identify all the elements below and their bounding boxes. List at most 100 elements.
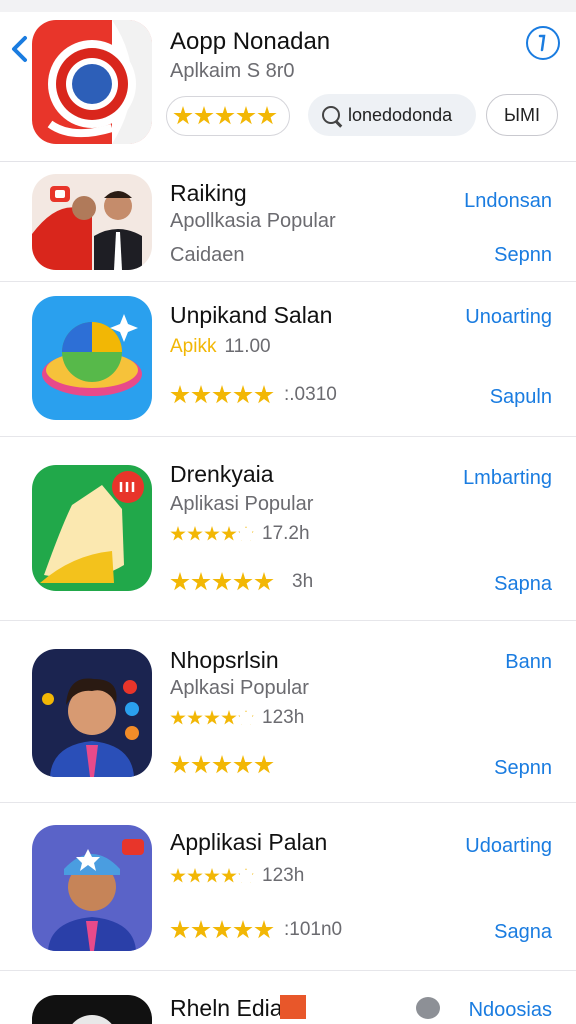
app-rating: :.0310 bbox=[170, 384, 337, 406]
list-item[interactable]: Unpikand Salan Apikk 11.00 :.0310 Unoart… bbox=[0, 282, 576, 437]
app-action-primary[interactable]: Lndonsan bbox=[464, 190, 552, 213]
star-icon bbox=[215, 106, 235, 125]
search-field[interactable]: lonedodonda bbox=[308, 94, 476, 136]
app-rating bbox=[170, 755, 274, 775]
search-text: lonedodonda bbox=[348, 104, 453, 125]
star-icon bbox=[254, 755, 274, 774]
star-icon bbox=[233, 920, 253, 939]
star-icon bbox=[187, 710, 203, 725]
rating-count: :.0310 bbox=[284, 384, 337, 405]
star-icon bbox=[170, 710, 186, 725]
app-meta-line: 123h bbox=[170, 707, 304, 729]
star-icon bbox=[204, 526, 220, 541]
star-icon bbox=[191, 385, 211, 404]
list-item[interactable]: Drenkyaia Aplikasi Popular 17.2h 3h Lmba… bbox=[0, 437, 576, 621]
star-icon bbox=[191, 920, 211, 939]
star-icon bbox=[221, 710, 237, 725]
star-icon bbox=[170, 526, 186, 541]
badge-icon bbox=[280, 995, 306, 1019]
search-icon bbox=[322, 106, 340, 124]
app-action-secondary[interactable]: Sepnn bbox=[494, 757, 552, 780]
star-icon bbox=[254, 920, 274, 939]
star-icon bbox=[212, 572, 232, 591]
app-category: Aplkasi Popular bbox=[170, 677, 309, 699]
app-title: Applikasi Palan bbox=[170, 829, 328, 855]
star-icon bbox=[170, 920, 190, 939]
star-outline-icon bbox=[238, 868, 253, 883]
app-icon bbox=[32, 174, 152, 270]
app-meta-value: 123h bbox=[262, 707, 305, 728]
app-meta-line: Apikk 11.00 bbox=[170, 336, 271, 358]
app-title: Nhopsrlsin bbox=[170, 647, 279, 673]
status-bar bbox=[0, 0, 576, 12]
star-icon bbox=[194, 106, 214, 125]
app-meta-line: 17.2h bbox=[170, 523, 310, 545]
star-icon bbox=[254, 385, 274, 404]
chat-bubble-icon bbox=[416, 997, 440, 1019]
star-outline-icon bbox=[238, 710, 253, 725]
app-meta-line: 123h bbox=[170, 865, 304, 887]
star-icon bbox=[187, 868, 203, 883]
star-icon bbox=[212, 920, 232, 939]
rating-stars bbox=[170, 385, 274, 405]
app-action-primary[interactable]: Bann bbox=[505, 651, 552, 674]
star-outline-icon bbox=[238, 526, 253, 541]
app-meta-value: 123h bbox=[262, 865, 305, 886]
rating-stars bbox=[170, 755, 274, 775]
list-item[interactable]: Nhopsrlsin Aplkasi Popular 123h Bann Sep… bbox=[0, 621, 576, 803]
star-icon bbox=[233, 385, 253, 404]
app-action-primary[interactable]: Lmbarting bbox=[463, 467, 552, 490]
list-item[interactable]: Rheln Edia Ndoosias bbox=[0, 971, 576, 1024]
app-action-primary[interactable]: Unoarting bbox=[465, 306, 552, 329]
rating-count: 3h bbox=[292, 571, 314, 592]
star-icon bbox=[233, 572, 253, 591]
app-icon bbox=[32, 465, 152, 591]
app-icon bbox=[32, 296, 152, 420]
star-icon bbox=[173, 106, 193, 125]
page-subtitle: Aplkaim S 8r0 bbox=[170, 60, 295, 82]
rating-pill[interactable] bbox=[166, 96, 290, 136]
app-meta-value: 11.00 bbox=[224, 336, 271, 357]
app-icon bbox=[32, 995, 152, 1024]
rating-stars bbox=[170, 572, 274, 592]
header-action-button[interactable]: ЫМI bbox=[486, 94, 558, 136]
star-icon bbox=[204, 868, 220, 883]
star-icon bbox=[187, 526, 203, 541]
star-icon bbox=[212, 385, 232, 404]
star-icon bbox=[170, 572, 190, 591]
app-icon-main bbox=[32, 20, 152, 144]
app-action-secondary[interactable]: Sagna bbox=[494, 921, 552, 944]
page-title: Aopp Nonadan bbox=[170, 28, 331, 55]
app-rating: 3h bbox=[170, 571, 313, 593]
app-icon bbox=[32, 825, 152, 951]
app-action-secondary[interactable]: Sapuln bbox=[490, 386, 552, 409]
rating-count: :101n0 bbox=[284, 919, 343, 940]
rating-stars bbox=[173, 106, 277, 126]
star-icon bbox=[221, 526, 237, 541]
app-title: Raiking bbox=[170, 180, 247, 206]
star-icon bbox=[170, 385, 190, 404]
star-icon bbox=[221, 868, 237, 883]
app-action-secondary[interactable]: Sepnn bbox=[494, 244, 552, 267]
star-icon bbox=[254, 572, 274, 591]
app-header: Aopp Nonadan Aplkaim S 8r0 lonedodonda Ы… bbox=[0, 12, 576, 162]
app-action-primary[interactable]: Ndoosias bbox=[469, 999, 552, 1022]
app-category: Aplikasi Popular bbox=[170, 493, 314, 515]
info-button[interactable] bbox=[526, 26, 560, 60]
list-item[interactable]: Applikasi Palan 123h :101n0 Udoarting Sa… bbox=[0, 803, 576, 971]
app-category: Apollkasia Popular bbox=[170, 210, 336, 232]
star-icon bbox=[170, 755, 190, 774]
star-icon bbox=[191, 572, 211, 591]
rating-stars bbox=[170, 920, 274, 940]
app-action-primary[interactable]: Udoarting bbox=[465, 835, 552, 858]
app-action-secondary[interactable]: Sapna bbox=[494, 573, 552, 596]
rating-stars-small bbox=[170, 526, 254, 542]
app-icon bbox=[32, 649, 152, 777]
back-chevron-icon[interactable] bbox=[8, 32, 32, 66]
app-secondary: Caidaen bbox=[170, 244, 245, 266]
rating-stars-small bbox=[170, 710, 254, 726]
star-icon bbox=[191, 755, 211, 774]
app-title: Drenkyaia bbox=[170, 461, 274, 487]
list-item[interactable]: Raiking Apollkasia Popular Caidaen Lndon… bbox=[0, 162, 576, 282]
star-icon bbox=[212, 755, 232, 774]
